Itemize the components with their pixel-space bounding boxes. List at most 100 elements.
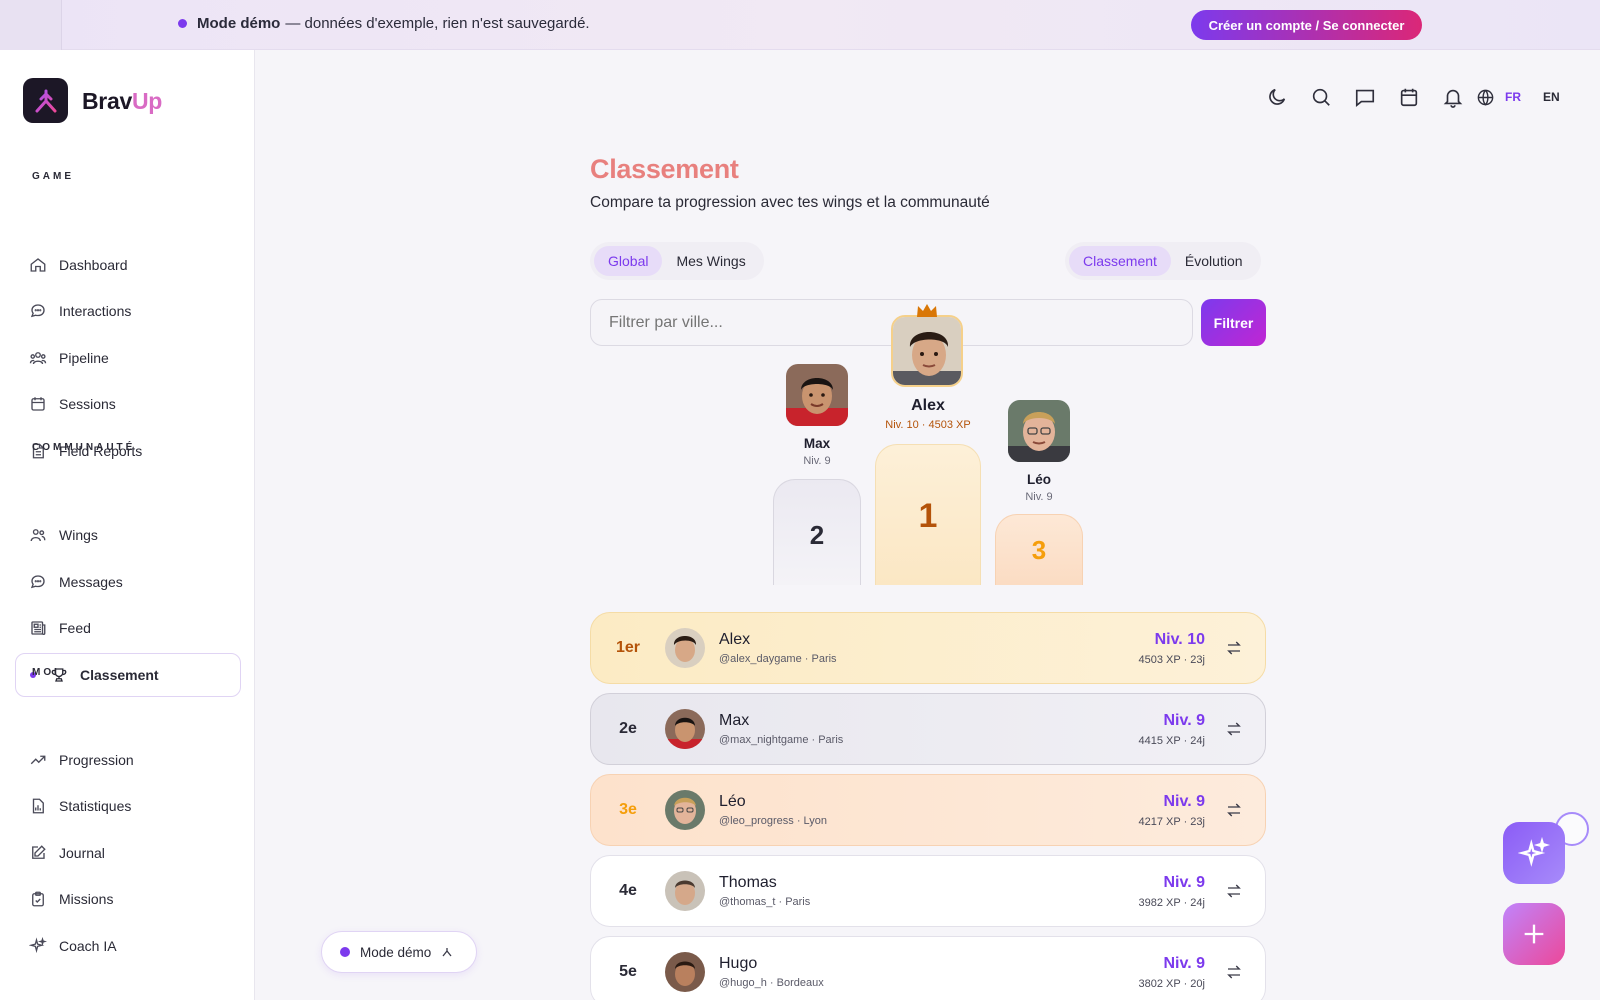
calendar-icon [31,397,45,411]
signup-login-button[interactable]: Créer un compte / Se connecter [1191,10,1422,40]
view-tabs: Classement Évolution [1065,242,1261,280]
row-handle: @leo_progress · Lyon [719,815,827,827]
page-title: Classement [590,154,739,184]
podium-name-first: Alex [911,397,945,414]
podium-avatar-leo[interactable] [1008,400,1070,462]
podium-block-third: 3 [995,514,1083,585]
sidebar-item-feed[interactable]: Feed [15,607,241,649]
search-icon[interactable] [1310,86,1332,108]
compare-arrows-icon[interactable] [1225,801,1243,819]
home-icon [30,258,46,272]
calendar-icon[interactable] [1398,86,1420,108]
sidebar-item-label: Journal [59,845,105,861]
podium-block-first: 1 [875,444,981,585]
row-name: Thomas [719,874,777,891]
page-subtitle: Compare ta progression avec tes wings et… [590,194,990,211]
sidebar-item-dashboard[interactable]: Dashboard [15,244,241,286]
sidebar-item-journal[interactable]: Journal [15,832,241,874]
avatar [665,628,705,668]
chat-icon[interactable] [1354,86,1376,108]
demo-dot-icon [340,947,350,957]
sidebar-item-label: Statistiques [59,798,132,814]
sidebar-item-label: Pipeline [59,350,109,366]
sidebar-item-label: Feed [59,620,91,636]
sidebar-item-statistiques[interactable]: Statistiques [15,785,241,827]
section-moi: MOI [32,667,60,678]
sidebar: BravUp GAME Dashboard Interactions Pipel… [0,50,255,1000]
sidebar-item-progression[interactable]: Progression [15,739,241,781]
leaderboard-row[interactable]: 4e Thomas @thomas_t · Paris Niv. 9 3982 XP… [590,855,1266,927]
row-handle: @alex_daygame · Paris [719,653,837,665]
plus-icon [1524,924,1544,944]
tab-mes-wings[interactable]: Mes Wings [662,246,759,276]
compare-arrows-icon[interactable] [1225,963,1243,981]
compare-arrows-icon[interactable] [1225,639,1243,657]
tab-evolution[interactable]: Évolution [1171,246,1257,276]
leaderboard-row[interactable]: 3e Léo @leo_progress · Lyon Niv. 9 4217 XP… [590,774,1266,846]
row-level: Niv. 10 [1154,630,1205,648]
sidebar-item-pipeline[interactable]: Pipeline [15,337,241,379]
tab-global[interactable]: Global [594,246,663,276]
sidebar-item-label: Coach IA [59,938,117,954]
clipboard-icon [32,891,44,907]
row-level: Niv. 9 [1163,792,1206,810]
compare-arrows-icon[interactable] [1225,720,1243,738]
message-icon [30,575,45,589]
user-group-icon [30,529,46,542]
leaderboard-row[interactable]: 1er Alex @alex_daygame · Paris Niv. 10 450… [590,612,1266,684]
brand-name-part2: Up [131,88,163,114]
banner-text: — données d'exemple, rien n'est sauvegar… [285,15,590,32]
bell-icon[interactable] [1442,86,1464,108]
row-xp: 4503 XP · 23j [1138,653,1205,666]
row-xp: 4415 XP · 24j [1138,734,1205,747]
section-game: GAME [32,171,74,182]
avatar [665,871,705,911]
row-rank: 2e [619,720,637,737]
ai-coach-fab[interactable] [1503,822,1565,884]
avatar [665,952,705,992]
podium-avatar-max[interactable] [786,364,848,426]
brand-name-part1: Brav [82,88,132,114]
top-toolbar: FR EN [1266,86,1560,108]
row-rank: 5e [619,963,637,980]
sidebar-item-sessions[interactable]: Sessions [15,383,241,425]
add-fab[interactable] [1503,903,1565,965]
row-level: Niv. 9 [1163,711,1206,729]
globe-icon[interactable] [1476,88,1495,107]
row-rank: 1er [615,639,641,656]
lang-fr-button[interactable]: FR [1505,90,1521,104]
trend-up-icon [30,755,46,765]
lang-en-button[interactable]: EN [1543,90,1560,104]
moon-icon[interactable] [1266,86,1288,108]
filter-button[interactable]: Filtrer [1201,299,1266,346]
row-handle: @hugo_h · Bordeaux [719,977,824,989]
brand-logo[interactable] [23,78,68,123]
row-rank: 4e [619,882,637,899]
logo-icon [35,89,56,112]
sidebar-item-label: Sessions [59,396,116,412]
sidebar-item-missions[interactable]: Missions [15,878,241,920]
sidebar-item-wings[interactable]: Wings [15,514,241,556]
edit-icon [32,845,46,859]
leaderboard-row[interactable]: 2e Max @max_nightgame · Paris Niv. 9 4415 … [590,693,1266,765]
sidebar-item-coach-ia[interactable]: Coach IA [15,925,241,967]
compare-arrows-icon[interactable] [1225,882,1243,900]
row-name: Max [719,712,750,729]
row-xp: 3802 XP · 20j [1138,977,1205,990]
newspaper-icon [31,621,46,636]
podium-block-second: 2 [773,479,861,585]
podium-name-second: Max [803,436,831,451]
crown-icon [917,304,937,317]
brand-name: BravUp [82,88,162,115]
row-level: Niv. 9 [1163,873,1206,891]
sidebar-item-interactions[interactable]: Interactions [15,290,241,332]
tab-classement[interactable]: Classement [1069,246,1171,276]
podium-avatar-alex[interactable] [891,315,963,387]
row-name: Alex [719,631,751,648]
users-icon [29,352,47,365]
row-rank: 3e [619,801,637,818]
demo-mode-pill[interactable]: Mode démo [321,931,477,973]
leaderboard-row[interactable]: 5e Hugo @hugo_h · Bordeaux Niv. 9 3802 XP … [590,936,1266,1000]
sidebar-item-messages[interactable]: Messages [15,561,241,603]
row-name: Hugo [719,955,758,972]
